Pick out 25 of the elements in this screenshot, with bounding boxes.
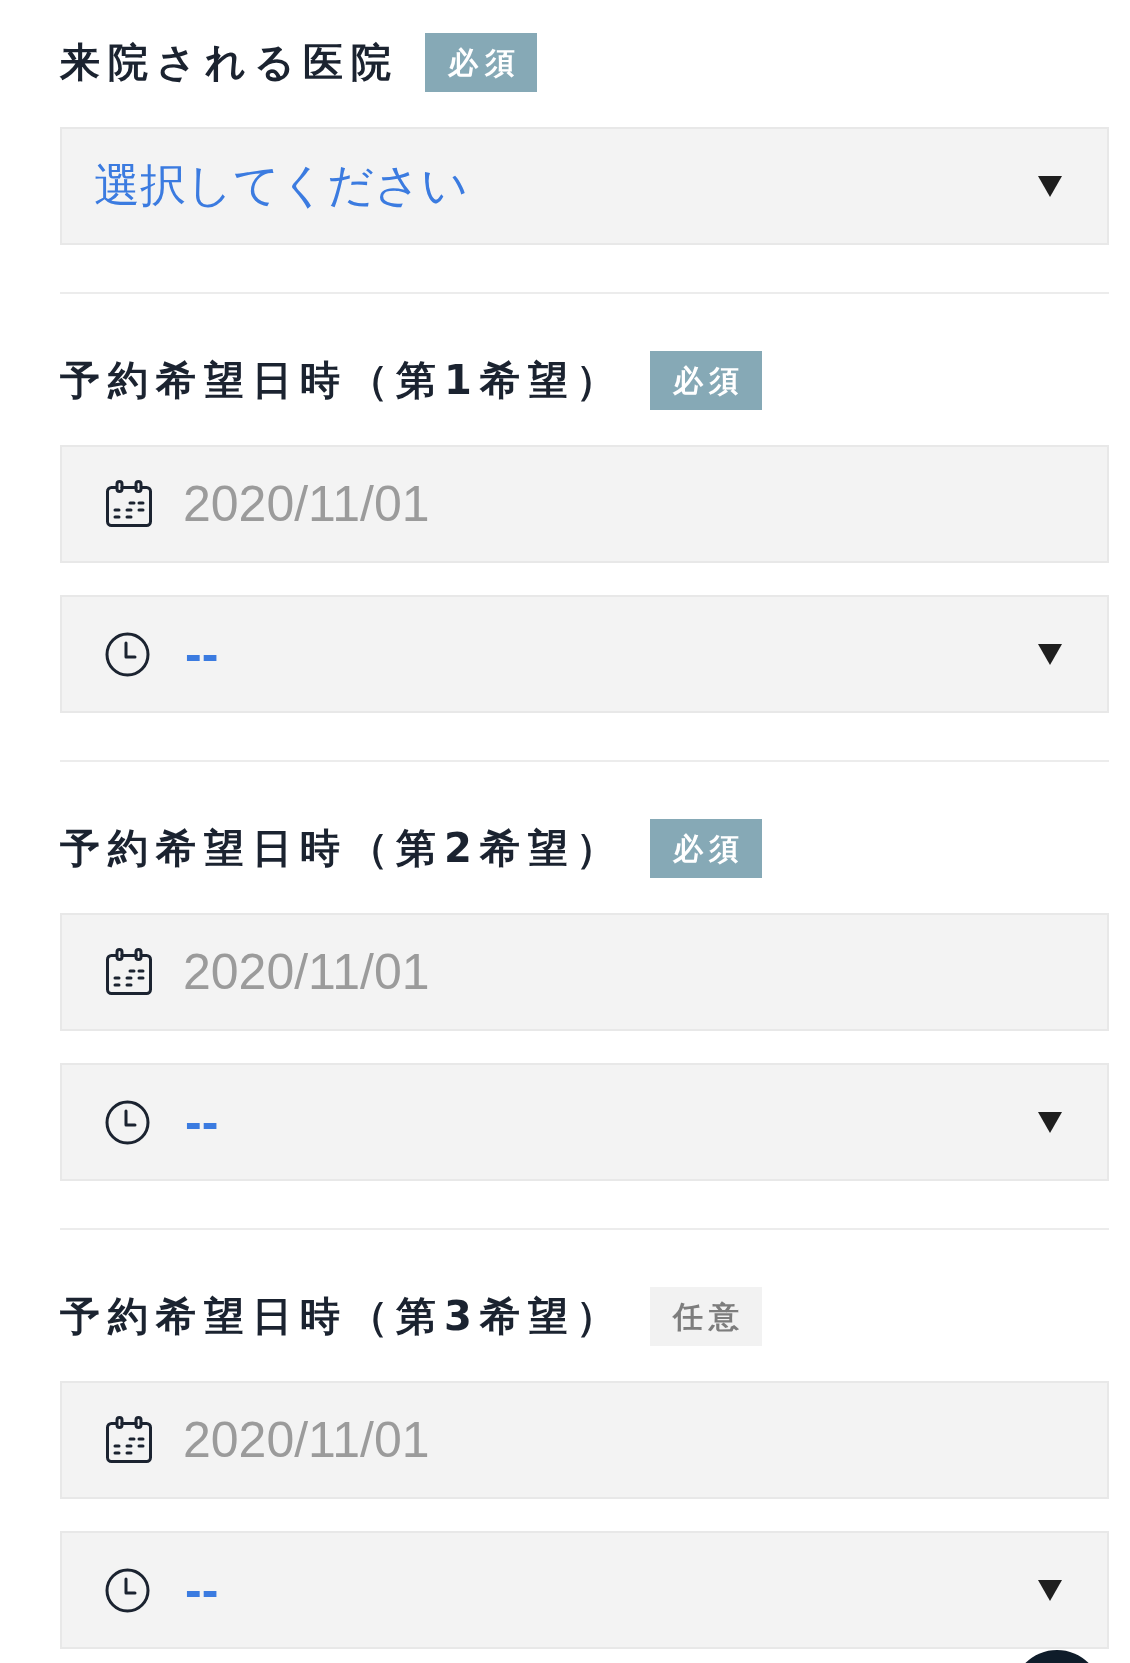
calendar-icon bbox=[105, 1416, 153, 1464]
calendar-icon bbox=[105, 480, 153, 528]
caret-icon bbox=[1038, 1111, 1062, 1133]
caret-icon bbox=[1038, 643, 1062, 665]
required-badge: 必須 bbox=[425, 33, 538, 92]
clock-icon bbox=[105, 1099, 150, 1145]
field-label: 予約希望日時（第2希望） bbox=[60, 824, 624, 873]
field-label: 予約希望日時（第1希望） bbox=[60, 356, 624, 405]
time-select[interactable]: -- bbox=[60, 1531, 1109, 1649]
required-badge: 必須 bbox=[649, 351, 763, 410]
time-select[interactable]: -- bbox=[60, 595, 1109, 713]
required-badge: 必須 bbox=[649, 819, 763, 878]
field-label: 予約希望日時（第3希望） bbox=[60, 1292, 624, 1341]
clinic-select[interactable]: 選択してください bbox=[60, 127, 1109, 245]
date-field[interactable]: 2020/11/01 bbox=[60, 1381, 1109, 1499]
clock-icon bbox=[105, 631, 150, 677]
clock-icon bbox=[105, 1567, 150, 1613]
calendar-icon bbox=[105, 948, 153, 996]
caret-icon bbox=[1038, 175, 1062, 197]
time-select[interactable]: -- bbox=[60, 1063, 1109, 1181]
date-field[interactable]: 2020/11/01 bbox=[60, 445, 1109, 563]
field-label: 来院される医院 bbox=[60, 38, 399, 87]
optional-badge: 任意 bbox=[649, 1287, 763, 1346]
caret-icon bbox=[1038, 1579, 1062, 1601]
date-field[interactable]: 2020/11/01 bbox=[60, 913, 1109, 1031]
